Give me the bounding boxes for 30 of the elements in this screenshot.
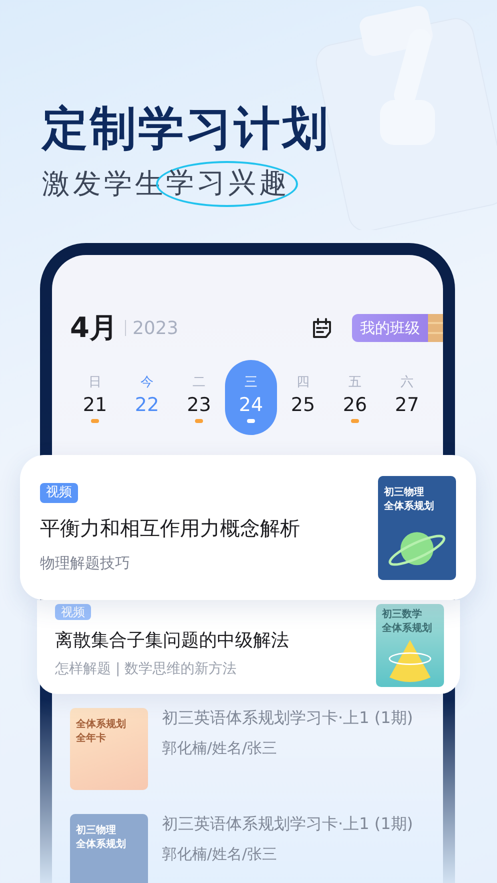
course-card[interactable]: 视频 离散集合子集问题的中级解法 怎样解题 | 数学思维的新方法 初三数学 全体系规划 <box>37 600 460 694</box>
year-label: 2023 <box>132 318 178 338</box>
day-cell[interactable]: 四 25 <box>277 360 329 435</box>
day-cell[interactable]: 五 26 <box>329 360 381 435</box>
day-cell[interactable]: 日 21 <box>69 360 121 435</box>
course-title: 初三英语体系规划学习卡·上1 (1期) <box>162 814 414 835</box>
cover-title: 全体系规划 <box>76 718 127 732</box>
cover-title: 全体系规划 <box>384 500 435 514</box>
cover-title: 初三数学 <box>382 608 423 622</box>
course-title: 离散集合子集问题的中级解法 <box>55 629 289 652</box>
day-cell[interactable]: 二 23 <box>173 360 225 435</box>
course-subtitle: 怎样解题 | 数学思维的新方法 <box>55 660 237 678</box>
course-subtitle: 物理解题技巧 <box>40 554 130 572</box>
course-subtitle: 郭化楠/姓名/张三 <box>162 739 278 758</box>
course-card[interactable]: 视频 平衡力和相互作用力概念解析 物理解题技巧 初三物理 全体系规划 <box>20 455 476 600</box>
course-title: 平衡力和相互作用力概念解析 <box>40 514 300 542</box>
video-tag: 视频 <box>40 482 78 502</box>
course-subtitle: 郭化楠/姓名/张三 <box>162 845 278 864</box>
video-tag: 视频 <box>55 604 91 620</box>
headline: 定制学习计划 <box>42 100 331 156</box>
cover-title: 全体系规划 <box>382 622 433 636</box>
cover-title: 全年卡 <box>76 732 107 746</box>
month-label: 4月 <box>70 310 118 346</box>
calendar-icon[interactable] <box>310 316 334 340</box>
cover-title: 全体系规划 <box>76 838 127 852</box>
cover-title: 初三物理 <box>76 824 117 838</box>
cover-title: 初三物理 <box>384 486 425 500</box>
course-title: 初三英语体系规划学习卡·上1 (1期) <box>162 708 414 729</box>
binding-drawing <box>428 314 443 342</box>
day-cell[interactable]: 六 27 <box>381 360 433 435</box>
